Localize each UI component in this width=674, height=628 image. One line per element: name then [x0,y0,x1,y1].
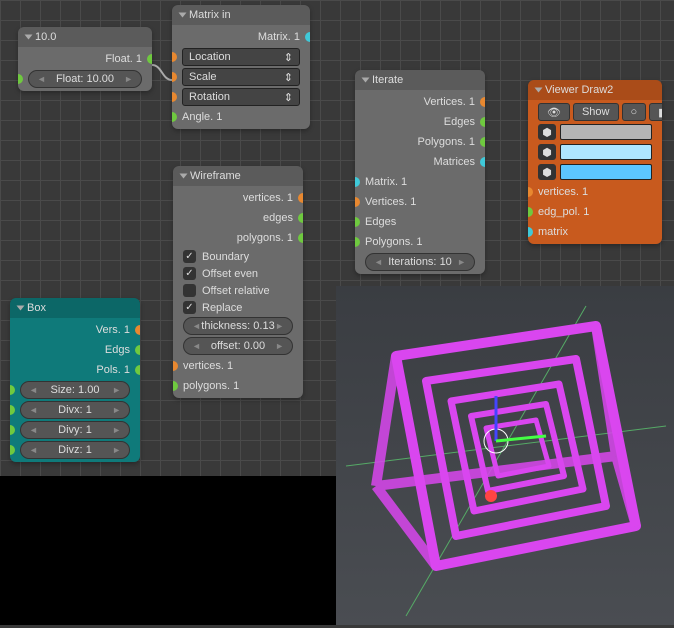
black-panel [0,476,336,625]
divx-field[interactable]: ◄Divx: 1► [20,401,130,419]
location-select[interactable]: Location⇕ [182,48,300,66]
circle-icon[interactable]: ○ [622,103,647,121]
node-float[interactable]: 10.0 Float. 1 ◄Float: 10.00► [18,27,152,91]
vertex-icon: ⬢ [538,124,556,140]
node-title: Iterate [372,74,403,86]
show-button[interactable]: Show [573,103,619,121]
replace-checkbox[interactable] [183,301,196,314]
divz-field[interactable]: ◄Divz: 1► [20,441,130,459]
divy-field[interactable]: ◄Divy: 1► [20,421,130,439]
thickness-field[interactable]: ◄thickness: 0.13► [183,317,293,335]
scale-select[interactable]: Scale⇕ [182,68,300,86]
3d-viewport[interactable] [336,286,674,625]
node-box[interactable]: Box Vers. 1 Edgs Pols. 1 ◄Size: 1.00► ◄D… [10,298,140,462]
node-title: Wireframe [190,170,241,182]
node-title: 10.0 [35,31,56,43]
node-viewer-draw[interactable]: Viewer Draw2 👁Show○◧ ⬢ ⬢ ⬢ vertices. 1 e… [528,80,662,244]
node-matrix-in[interactable]: Matrix in Matrix. 1 Location⇕ Scale⇕ Rot… [172,5,310,129]
float-field[interactable]: ◄Float: 10.00► [28,70,142,88]
size-field[interactable]: ◄Size: 1.00► [20,381,130,399]
offset-even-checkbox[interactable] [183,267,196,280]
offset-field[interactable]: ◄offset: 0.00► [183,337,293,355]
node-title: Box [27,302,46,314]
boundary-checkbox[interactable] [183,250,196,263]
node-title: Viewer Draw2 [545,84,613,96]
color-swatch-2[interactable] [560,144,652,160]
node-iterate[interactable]: Iterate Vertices. 1 Edges Polygons. 1 Ma… [355,70,485,274]
rotation-select[interactable]: Rotation⇕ [182,88,300,106]
color-swatch-3[interactable] [560,164,652,180]
edge-icon: ⬢ [538,144,556,160]
offset-relative-checkbox[interactable] [183,284,196,297]
node-wireframe[interactable]: Wireframe vertices. 1 edges polygons. 1 … [173,166,303,398]
square-icon[interactable]: ◧ [649,103,662,121]
eye-icon[interactable]: 👁 [538,103,570,121]
face-icon: ⬢ [538,164,556,180]
iterations-field[interactable]: ◄Iterations: 10► [365,253,475,271]
node-title: Matrix in [189,9,231,21]
color-swatch-1[interactable] [560,124,652,140]
